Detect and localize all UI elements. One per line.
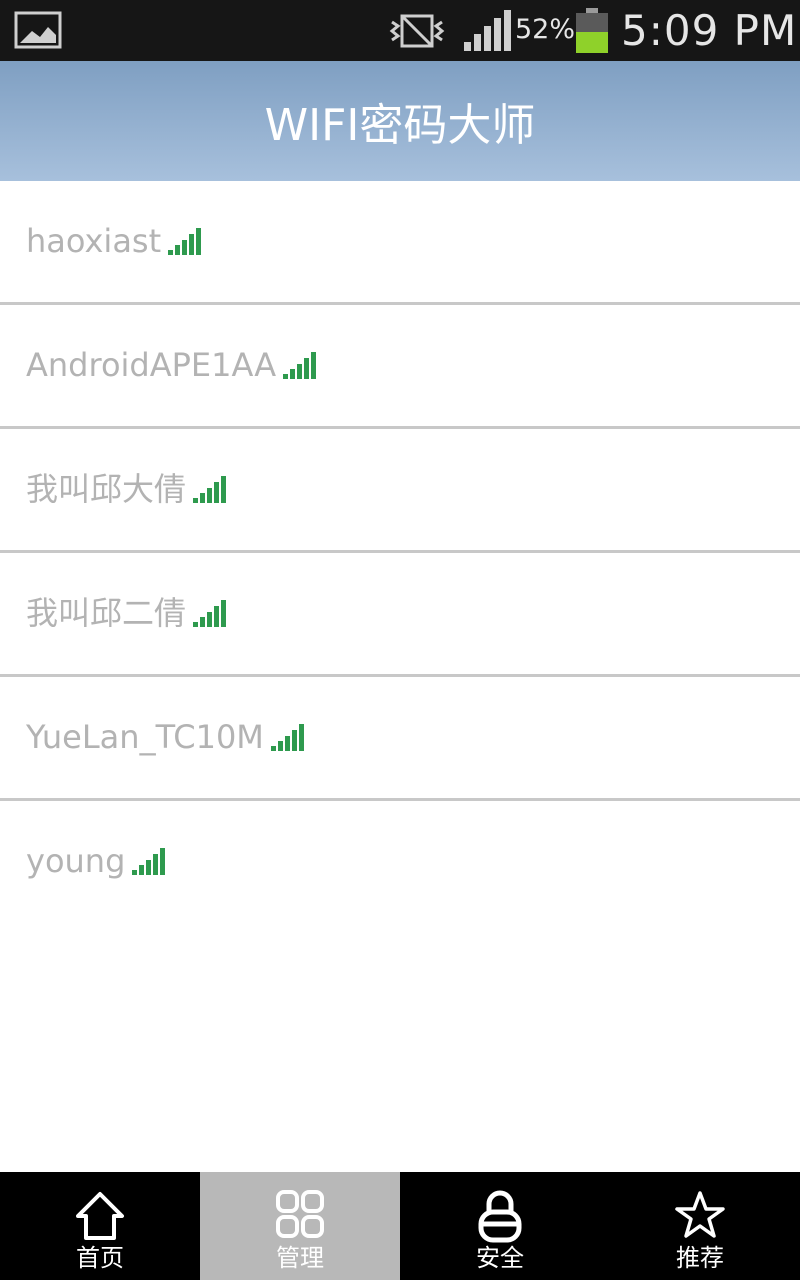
home-icon bbox=[76, 1192, 124, 1240]
gallery-icon bbox=[14, 11, 62, 49]
status-bar: 52% 5:09 PM bbox=[0, 0, 800, 61]
network-ssid: haoxiast bbox=[26, 222, 162, 260]
bottom-nav: 首页 管理 安全 推荐 bbox=[0, 1172, 800, 1280]
network-ssid: YueLan_TC10M bbox=[26, 718, 264, 756]
signal-strength-icon bbox=[283, 352, 317, 379]
tab-security-label: 安全 bbox=[476, 1244, 524, 1272]
battery-percent: 52% bbox=[515, 14, 576, 45]
battery-icon bbox=[576, 8, 608, 53]
star-icon bbox=[675, 1191, 725, 1238]
app-header: WIFI密码大师 bbox=[0, 61, 800, 181]
signal-strength-icon bbox=[168, 228, 202, 255]
network-ssid: 我叫邱二倩 bbox=[26, 594, 187, 632]
signal-strength-icon bbox=[270, 724, 304, 751]
tab-home[interactable]: 首页 bbox=[0, 1172, 200, 1280]
wifi-network-list: haoxiast AndroidAPE1AA 我叫邱大倩 我叫邱二倩 YueLa… bbox=[0, 181, 800, 922]
list-item[interactable]: young bbox=[0, 801, 800, 922]
list-item[interactable]: YueLan_TC10M bbox=[0, 677, 800, 801]
network-ssid: young bbox=[26, 842, 126, 880]
tab-recommend-label: 推荐 bbox=[676, 1244, 724, 1272]
list-item[interactable]: 我叫邱大倩 bbox=[0, 429, 800, 553]
signal-strength-icon bbox=[193, 600, 227, 627]
tab-security[interactable]: 安全 bbox=[400, 1172, 600, 1280]
signal-strength-icon bbox=[193, 476, 227, 503]
network-ssid: AndroidAPE1AA bbox=[26, 346, 277, 384]
network-ssid: 我叫邱大倩 bbox=[26, 470, 187, 508]
list-item[interactable]: 我叫邱二倩 bbox=[0, 553, 800, 677]
lock-icon bbox=[478, 1190, 522, 1243]
signal-strength-icon bbox=[132, 848, 166, 875]
tab-manage-label: 管理 bbox=[276, 1244, 324, 1272]
tab-home-label: 首页 bbox=[76, 1244, 124, 1272]
vibrate-icon bbox=[389, 14, 445, 48]
clock: 5:09 PM bbox=[621, 6, 798, 55]
signal-icon bbox=[464, 10, 511, 51]
page-title: WIFI密码大师 bbox=[264, 100, 536, 151]
list-item[interactable]: AndroidAPE1AA bbox=[0, 305, 800, 429]
tab-recommend[interactable]: 推荐 bbox=[600, 1172, 800, 1280]
grid-icon bbox=[276, 1190, 324, 1238]
tab-manage[interactable]: 管理 bbox=[200, 1172, 400, 1280]
list-item[interactable]: haoxiast bbox=[0, 181, 800, 305]
